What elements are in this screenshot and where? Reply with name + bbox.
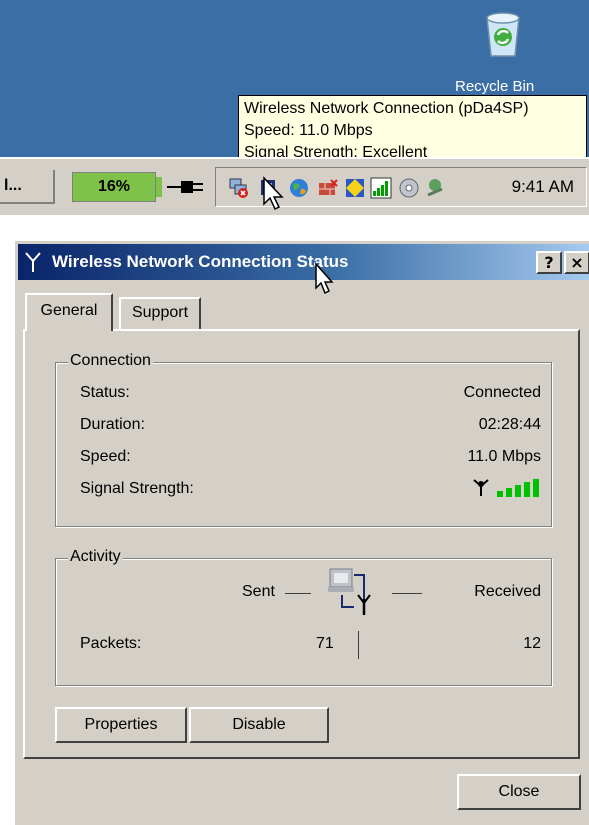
title-close-button[interactable]: × [564, 251, 589, 274]
signal-bar [533, 479, 539, 497]
cd-icon[interactable] [398, 177, 420, 199]
signal-bar [524, 482, 530, 497]
signal-strength-label: Signal Strength: [80, 480, 194, 497]
globe-icon[interactable] [288, 177, 310, 199]
help-button[interactable]: ? [536, 251, 562, 274]
taskbar: l... 16% 9:41 AM [0, 157, 589, 215]
antenna-icon [25, 252, 41, 272]
activity-group-title: Activity [68, 548, 123, 566]
tab-general[interactable]: General [25, 293, 113, 331]
packets-divider [358, 631, 359, 659]
recycle-bin-label[interactable]: Recycle Bin [455, 78, 534, 95]
network-error-icon[interactable] [228, 177, 250, 199]
duration-value: 02:28:44 [478, 416, 541, 433]
dialog-titlebar[interactable]: Wireless Network Connection Status ? × [18, 244, 589, 280]
battery-meter[interactable]: 16% [72, 172, 156, 202]
speed-label: Speed: [80, 448, 131, 465]
disable-button[interactable]: Disable [189, 707, 329, 743]
received-label: Received [474, 583, 541, 600]
packets-sent-value: 71 [316, 635, 334, 652]
connection-icon[interactable] [424, 177, 446, 199]
signal-bar [506, 488, 512, 497]
network-activity-icon [328, 568, 371, 615]
tab-support[interactable]: Support [119, 297, 201, 329]
mouse-cursor-icon [315, 262, 334, 295]
tooltip-line-connection: Wireless Network Connection (pDa4SP) [244, 100, 529, 117]
wireless-status-dialog: Wireless Network Connection Status ? × G… [14, 240, 589, 825]
connection-group-title: Connection [68, 352, 153, 370]
signal-bars-icon[interactable] [370, 177, 392, 199]
mouse-cursor-icon [263, 176, 284, 211]
taskbar-clock[interactable]: 9:41 AM [512, 168, 574, 206]
taskbar-task-button[interactable]: l... [0, 170, 55, 204]
firewall-icon[interactable] [317, 177, 339, 199]
power-plug-icon [167, 181, 203, 193]
signal-strength-icon [473, 479, 539, 497]
sent-label: Sent [242, 583, 275, 600]
connection-group: Connection Status: Connected Duration: 0… [55, 352, 552, 527]
received-line [392, 593, 422, 594]
duration-label: Duration: [80, 416, 145, 433]
battery-meter-cap [156, 177, 162, 197]
status-label: Status: [80, 384, 130, 401]
dialog-title: Wireless Network Connection Status [52, 252, 349, 271]
signal-bar [515, 485, 521, 497]
speed-value: 11.0 Mbps [467, 448, 541, 465]
recycle-bin-icon[interactable] [481, 8, 525, 58]
properties-button[interactable]: Properties [55, 707, 187, 743]
sent-line [285, 593, 311, 594]
shield-icon[interactable] [344, 177, 366, 199]
activity-group: Activity Sent Received Packets: 71 12 [55, 548, 552, 686]
packets-label: Packets: [80, 635, 142, 652]
packets-received-value: 12 [523, 635, 541, 652]
close-button[interactable]: Close [457, 774, 581, 810]
status-value: Connected [463, 384, 541, 401]
tooltip-line-speed: Speed: 11.0 Mbps [244, 122, 373, 139]
signal-bar [497, 491, 503, 497]
